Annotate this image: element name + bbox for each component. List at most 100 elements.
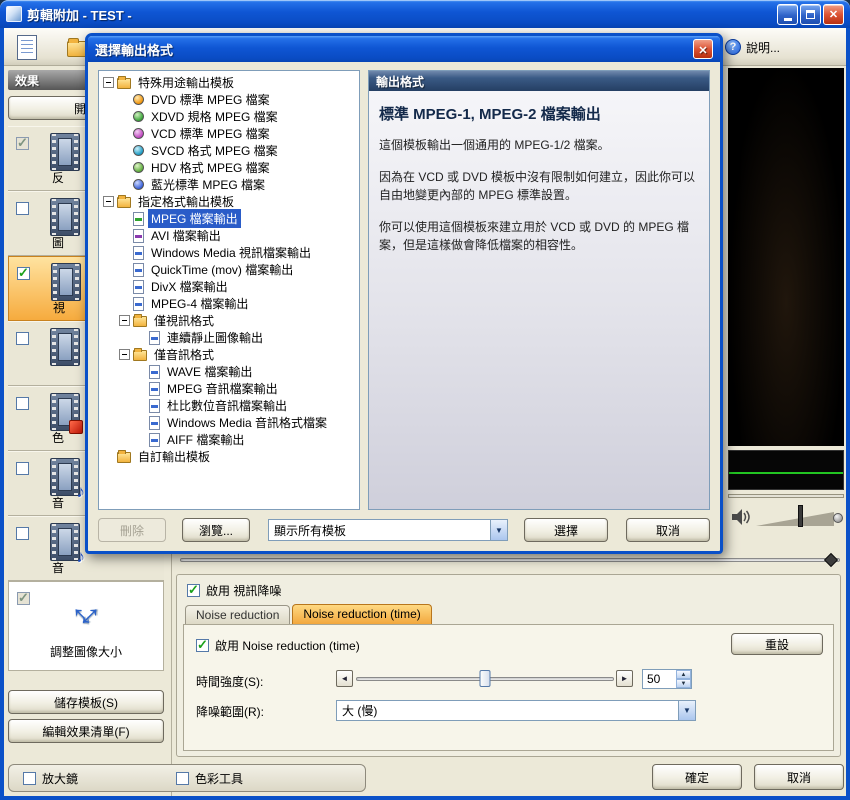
tree-item[interactable]: AIFF 檔案輸出 (99, 431, 359, 448)
tree-item[interactable]: DivX 檔案輸出 (99, 278, 359, 295)
tree-item[interactable]: MPEG-4 檔案輸出 (99, 295, 359, 312)
tree-item[interactable]: WAVE 檔案輸出 (99, 363, 359, 380)
effect-checkbox[interactable] (16, 202, 29, 215)
tree-item[interactable]: 指定格式輸出模板 (99, 193, 359, 210)
tree-item[interactable]: DVD 標準 MPEG 檔案 (99, 91, 359, 108)
tree-item[interactable]: SVCD 格式 MPEG 檔案 (99, 142, 359, 159)
edit-effects-button[interactable]: 編輯效果清單(F) (8, 719, 164, 743)
tree-expander-icon[interactable] (135, 434, 146, 445)
time-strength-spinner[interactable]: 50 (642, 669, 692, 689)
dialog-cancel-button[interactable]: 取消 (626, 518, 710, 542)
tree-expander-icon[interactable] (135, 417, 146, 428)
noise-reduction-tab[interactable]: Noise reduction (time) (292, 604, 431, 624)
nr-range-select[interactable]: 大 (慢) (336, 700, 696, 721)
tree-item[interactable]: VCD 標準 MPEG 檔案 (99, 125, 359, 142)
tree-expander-icon[interactable] (103, 451, 114, 462)
tree-expander-icon[interactable] (119, 111, 130, 122)
tree-expander-icon[interactable] (103, 196, 114, 207)
tree-expander-icon[interactable] (119, 298, 130, 309)
effect-checkbox[interactable] (16, 137, 29, 150)
timeline-slider[interactable] (180, 553, 840, 567)
timeline-thumb[interactable] (824, 553, 838, 567)
toolbar-button-project[interactable] (10, 31, 44, 63)
enable-video-nr-checkbox[interactable] (187, 584, 200, 597)
progress-strip (728, 494, 844, 498)
tree-expander-icon[interactable] (119, 145, 130, 156)
tree-item[interactable]: 杜比數位音訊檔案輸出 (99, 397, 359, 414)
tree-expander-icon[interactable] (135, 332, 146, 343)
tree-expander-icon[interactable] (119, 264, 130, 275)
enable-time-nr-checkbox[interactable] (196, 639, 209, 652)
effect-checkbox[interactable] (16, 332, 29, 345)
tree-expander-icon[interactable] (103, 77, 114, 88)
magnifier-checkbox[interactable] (23, 772, 36, 785)
tree-expander-icon[interactable] (119, 281, 130, 292)
chevron-down-icon[interactable] (678, 701, 695, 720)
effect-checkbox[interactable] (17, 267, 30, 280)
enable-video-nr[interactable]: 啟用 視訊降噪 (187, 582, 281, 599)
tree-expander-icon[interactable] (135, 400, 146, 411)
volume-knob[interactable] (833, 513, 843, 523)
tree-expander-icon[interactable] (135, 366, 146, 377)
tree-item[interactable]: 僅音訊格式 (99, 346, 359, 363)
template-filter-select[interactable]: 顯示所有模板 (268, 519, 508, 541)
tree-expander-icon[interactable] (119, 128, 130, 139)
slider-thumb[interactable] (480, 670, 491, 687)
tree-item[interactable]: 特殊用途輸出模板 (99, 74, 359, 91)
effect-checkbox[interactable] (16, 462, 29, 475)
chevron-down-icon[interactable] (490, 520, 507, 540)
noise-reduction-tab-page: 啟用 Noise reduction (time) 重設 時間強度(S): 50… (183, 624, 834, 751)
tree-expander-icon[interactable] (135, 383, 146, 394)
time-strength-value[interactable]: 50 (643, 670, 676, 688)
close-button[interactable] (823, 4, 844, 25)
tree-expander-icon[interactable] (119, 230, 130, 241)
ok-button[interactable]: 確定 (652, 764, 742, 790)
reset-button-label: 重設 (765, 636, 789, 653)
main-cancel-button[interactable]: 取消 (754, 764, 844, 790)
tree-item[interactable]: AVI 檔案輸出 (99, 227, 359, 244)
spinner-up-icon[interactable] (676, 670, 691, 679)
minimize-button[interactable] (777, 4, 798, 25)
delete-button[interactable]: 刪除 (98, 518, 166, 542)
tree-item-icon (133, 212, 144, 226)
volume-slider-thumb[interactable] (798, 505, 803, 527)
tree-expander-icon[interactable] (119, 213, 130, 224)
tree-item[interactable]: Windows Media 視訊檔案輸出 (99, 244, 359, 261)
effect-checkbox[interactable] (17, 592, 30, 605)
save-template-button[interactable]: 儲存模板(S) (8, 690, 164, 714)
spinner-down-icon[interactable] (676, 679, 691, 688)
tree-expander-icon[interactable] (119, 162, 130, 173)
tree-expander-icon[interactable] (119, 179, 130, 190)
effect-checkbox[interactable] (16, 397, 29, 410)
tree-item[interactable]: MPEG 音訊檔案輸出 (99, 380, 359, 397)
description-paragraph: 你可以使用這個模板來建立用於 VCD 或 DVD 的 MPEG 檔案，但是這樣做… (379, 218, 699, 254)
help-button[interactable]: ? 說明... (718, 31, 787, 63)
tree-expander-icon[interactable] (119, 247, 130, 258)
effect-item[interactable]: 調整圖像大小 (8, 581, 164, 671)
slider-right-arrow[interactable] (616, 670, 633, 687)
tree-item[interactable]: Windows Media 音訊格式檔案 (99, 414, 359, 431)
dialog-close-button[interactable] (693, 39, 713, 59)
noise-reduction-tab[interactable]: Noise reduction (185, 605, 290, 624)
tree-item[interactable]: MPEG 檔案輸出 (99, 210, 359, 227)
tree-expander-icon[interactable] (119, 94, 130, 105)
tree-item[interactable]: 藍光標準 MPEG 檔案 (99, 176, 359, 193)
browse-button[interactable]: 瀏覽... (182, 518, 250, 542)
tree-item[interactable]: 連續靜止圖像輸出 (99, 329, 359, 346)
tree-item[interactable]: 僅視訊格式 (99, 312, 359, 329)
reset-button[interactable]: 重設 (731, 633, 823, 655)
select-button[interactable]: 選擇 (524, 518, 608, 542)
time-strength-slider[interactable] (356, 670, 614, 687)
enable-time-nr[interactable]: 啟用 Noise reduction (time) (196, 637, 360, 654)
maximize-button[interactable] (800, 4, 821, 25)
tree-item[interactable]: XDVD 規格 MPEG 檔案 (99, 108, 359, 125)
color-tool-checkbox[interactable] (176, 772, 189, 785)
tree-item[interactable]: QuickTime (mov) 檔案輸出 (99, 261, 359, 278)
tree-expander-icon[interactable] (119, 349, 130, 360)
tree-item-icon (117, 78, 131, 89)
tree-item[interactable]: 自訂輸出模板 (99, 448, 359, 465)
effect-checkbox[interactable] (16, 527, 29, 540)
slider-left-arrow[interactable] (336, 670, 353, 687)
tree-item[interactable]: HDV 格式 MPEG 檔案 (99, 159, 359, 176)
tree-expander-icon[interactable] (119, 315, 130, 326)
